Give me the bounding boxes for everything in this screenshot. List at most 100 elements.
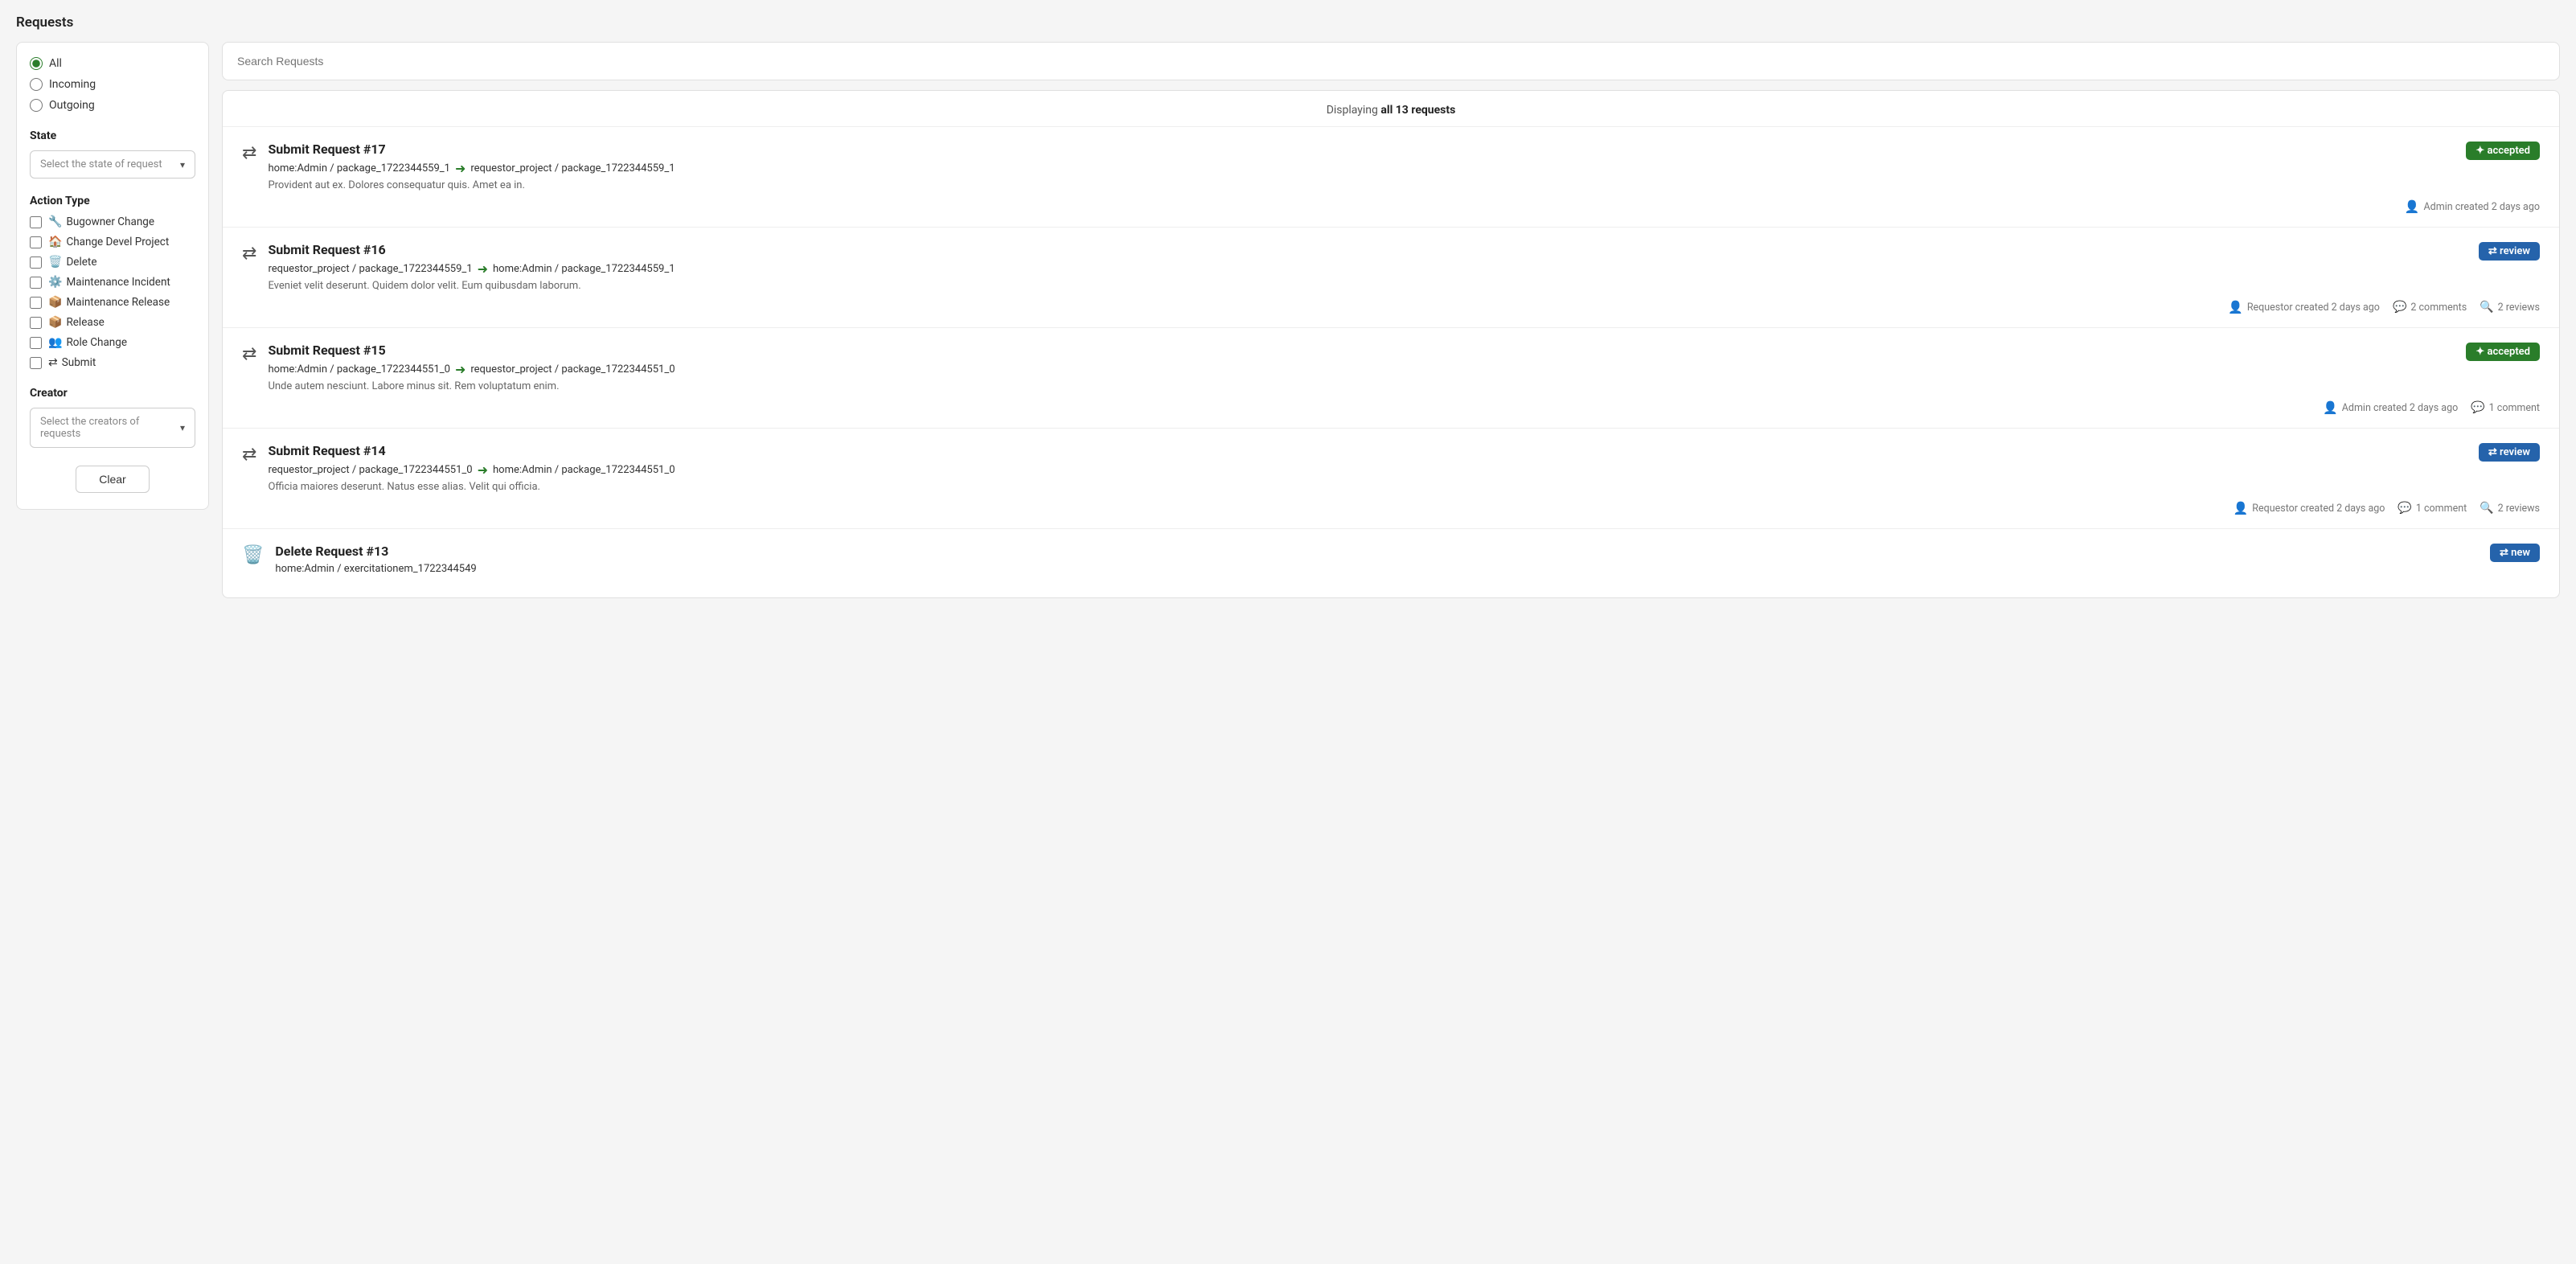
meta-comments: 💬 1 comment xyxy=(2398,502,2467,515)
state-select[interactable]: Select the state of request ▾ xyxy=(30,150,195,179)
req-body: Submit Request #15 home:Admin / package_… xyxy=(268,343,2466,392)
checkbox-maintenance-incident-label: ⚙️ Maintenance Incident xyxy=(48,276,170,289)
checkbox-bugowner-change-label: 🔧 Bugowner Change xyxy=(48,215,154,228)
radio-all-label: All xyxy=(49,57,62,70)
checkbox-delete[interactable]: 🗑️ Delete xyxy=(30,256,195,269)
request-to: requestor_project / package_1722344559_1 xyxy=(470,162,675,174)
request-header: ⇄ Submit Request #15 home:Admin / packag… xyxy=(242,343,2540,392)
action-type-title: Action Type xyxy=(30,195,195,207)
request-title[interactable]: Submit Request #16 xyxy=(268,242,2478,257)
request-header: ⇄ Submit Request #14 requestor_project /… xyxy=(242,443,2540,493)
request-header: ⇄ Submit Request #16 requestor_project /… xyxy=(242,242,2540,292)
request-item: ⇄ Submit Request #17 home:Admin / packag… xyxy=(223,127,2559,228)
meta-comments: 💬 1 comment xyxy=(2471,401,2540,414)
submit-request-icon: ⇄ xyxy=(242,143,256,163)
request-meta: 👤 Requestor created 2 days ago 💬 2 comme… xyxy=(242,300,2540,314)
checkbox-change-devel-project-label: 🏠 Change Devel Project xyxy=(48,236,169,248)
clear-button[interactable]: Clear xyxy=(76,466,149,493)
request-from: home:Admin / package_1722344559_1 xyxy=(268,162,450,174)
arrow-icon: ➜ xyxy=(455,161,466,176)
creator-select[interactable]: Select the creators of requests ▾ xyxy=(30,408,195,448)
checkbox-maintenance-release[interactable]: 📦 Maintenance Release xyxy=(30,296,195,309)
request-header: ⇄ Submit Request #17 home:Admin / packag… xyxy=(242,142,2540,191)
request-left: ⇄ Submit Request #16 requestor_project /… xyxy=(242,242,2479,292)
checkbox-maintenance-release-label: 📦 Maintenance Release xyxy=(48,296,170,309)
meta-creator: 👤 Requestor created 2 days ago xyxy=(2228,300,2380,314)
req-body: Delete Request #13 home:Admin / exercita… xyxy=(275,544,2490,578)
checkbox-bugowner-change[interactable]: 🔧 Bugowner Change xyxy=(30,215,195,228)
request-desc: Unde autem nesciunt. Labore minus sit. R… xyxy=(268,380,2466,392)
checkbox-maintenance-incident[interactable]: ⚙️ Maintenance Incident xyxy=(30,276,195,289)
search-input[interactable] xyxy=(237,55,2545,68)
sidebar: All Incoming Outgoing State Select the s… xyxy=(16,42,209,510)
status-badge: ✦ accepted xyxy=(2466,343,2540,361)
meta-creator: 👤 Requestor created 2 days ago xyxy=(2233,501,2385,515)
request-meta: 👤 Admin created 2 days ago 💬 1 comment xyxy=(242,400,2540,415)
meta-comments-text: 2 comments xyxy=(2410,302,2467,314)
request-item: ⇄ Submit Request #15 home:Admin / packag… xyxy=(223,328,2559,429)
status-badge: ✦ accepted xyxy=(2466,142,2540,160)
request-path: requestor_project / package_1722344559_1… xyxy=(268,261,2478,277)
meta-creator-text: Requestor created 2 days ago xyxy=(2247,302,2380,314)
avatar-icon: 👤 xyxy=(2228,300,2243,314)
submit-request-icon: ⇄ xyxy=(242,344,256,364)
request-desc: Eveniet velit deserunt. Quidem dolor vel… xyxy=(268,280,2478,292)
radio-incoming[interactable]: Incoming xyxy=(30,78,195,91)
chevron-down-icon-creator: ▾ xyxy=(180,422,185,433)
request-from: requestor_project / package_1722344559_1 xyxy=(268,263,472,275)
meta-creator: 👤 Admin created 2 days ago xyxy=(2405,199,2540,214)
req-body: Submit Request #16 requestor_project / p… xyxy=(268,242,2478,292)
request-from: home:Admin / package_1722344551_0 xyxy=(268,363,450,376)
request-path: home:Admin / exercitationem_1722344549 xyxy=(275,563,2490,575)
checkbox-delete-label: 🗑️ Delete xyxy=(48,256,96,269)
meta-creator: 👤 Admin created 2 days ago xyxy=(2323,400,2458,415)
checkbox-release-label: 📦 Release xyxy=(48,316,105,329)
request-item: ⇄ Submit Request #14 requestor_project /… xyxy=(223,429,2559,529)
creator-section: Creator Select the creators of requests … xyxy=(30,387,195,448)
change-devel-project-icon: 🏠 xyxy=(48,236,62,248)
request-left: ⇄ Submit Request #14 requestor_project /… xyxy=(242,443,2479,493)
request-title[interactable]: Submit Request #17 xyxy=(268,142,2466,157)
request-left: ⇄ Submit Request #15 home:Admin / packag… xyxy=(242,343,2466,392)
submit-request-icon: ⇄ xyxy=(242,244,256,264)
submit-request-icon: ⇄ xyxy=(242,445,256,465)
request-title[interactable]: Delete Request #13 xyxy=(275,544,2490,559)
release-icon: 📦 xyxy=(48,316,62,329)
request-meta: 👤 Admin created 2 days ago xyxy=(242,199,2540,214)
chevron-down-icon: ▾ xyxy=(180,159,185,170)
status-badge: ⇄ review xyxy=(2479,242,2540,261)
request-to: requestor_project / package_1722344551_0 xyxy=(470,363,675,376)
state-select-label: Select the state of request xyxy=(40,158,162,170)
req-body: Submit Request #14 requestor_project / p… xyxy=(268,443,2478,493)
request-desc: Provident aut ex. Dolores consequatur qu… xyxy=(268,179,2466,191)
request-from: requestor_project / package_1722344551_0 xyxy=(268,464,472,476)
checkbox-change-devel-project[interactable]: 🏠 Change Devel Project xyxy=(30,236,195,248)
radio-outgoing-label: Outgoing xyxy=(49,99,95,112)
arrow-icon: ➜ xyxy=(478,462,488,478)
meta-comments-text: 1 comment xyxy=(2489,402,2540,414)
main-layout: All Incoming Outgoing State Select the s… xyxy=(16,42,2560,598)
requests-panel: Displaying all 13 requests ⇄ Submit Requ… xyxy=(222,90,2560,598)
meta-reviews: 🔍 2 reviews xyxy=(2480,502,2540,515)
avatar-icon: 👤 xyxy=(2323,400,2338,415)
checkbox-role-change[interactable]: 👥 Role Change xyxy=(30,336,195,349)
review-icon: 🔍 xyxy=(2480,301,2493,314)
comment-icon: 💬 xyxy=(2471,401,2484,414)
checkbox-submit[interactable]: ⇄ Submit xyxy=(30,356,195,369)
meta-creator-text: Admin created 2 days ago xyxy=(2342,402,2458,414)
direction-radio-group: All Incoming Outgoing xyxy=(30,57,195,112)
checkbox-release[interactable]: 📦 Release xyxy=(30,316,195,329)
displaying-count: all 13 requests xyxy=(1380,104,1455,117)
request-title[interactable]: Submit Request #14 xyxy=(268,443,2478,458)
radio-all[interactable]: All xyxy=(30,57,195,70)
request-path: requestor_project / package_1722344551_0… xyxy=(268,462,2478,478)
status-badge: ⇄ review xyxy=(2479,443,2540,462)
request-meta: 👤 Requestor created 2 days ago 💬 1 comme… xyxy=(242,501,2540,515)
state-section-title: State xyxy=(30,129,195,142)
meta-reviews-text: 2 reviews xyxy=(2498,302,2540,314)
radio-outgoing[interactable]: Outgoing xyxy=(30,99,195,112)
request-title[interactable]: Submit Request #15 xyxy=(268,343,2466,358)
checkbox-submit-label: ⇄ Submit xyxy=(48,356,96,369)
arrow-icon: ➜ xyxy=(478,261,488,277)
request-header: 🗑️ Delete Request #13 home:Admin / exerc… xyxy=(242,544,2540,578)
